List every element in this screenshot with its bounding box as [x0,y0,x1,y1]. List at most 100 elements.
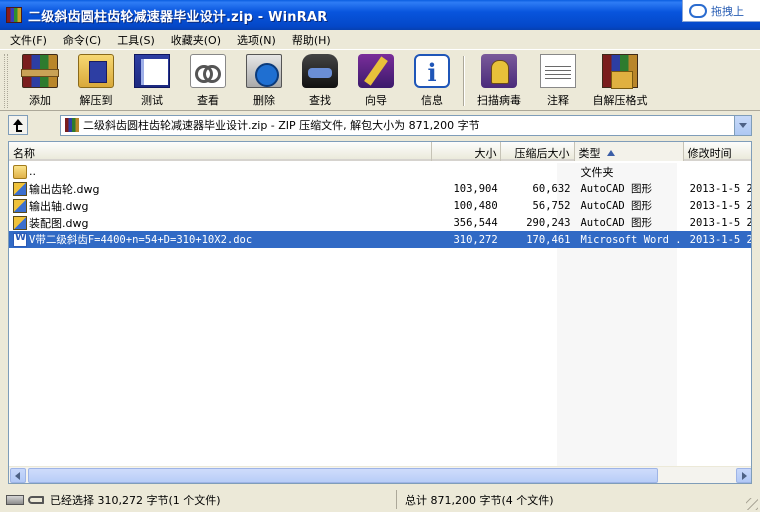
cell-size: 103,904 [453,182,498,195]
sort-ascending-icon [606,150,615,156]
wizard-wand-icon [358,54,394,88]
scroll-left-arrow-icon[interactable] [10,468,26,483]
info-button[interactable]: 信息 [404,50,460,108]
scrollbar-thumb[interactable] [28,468,658,483]
binoculars-icon [302,54,338,88]
cell-modified: 2013-1-5 23: [689,199,751,212]
dwg-icon [13,181,27,196]
menu-bar: 文件(F) 命令(C) 工具(S) 收藏夹(O) 选项(N) 帮助(H) [0,30,760,49]
file-name: 输出轴.dwg [29,199,89,213]
file-name: 装配图.dwg [29,216,89,230]
test-button[interactable]: 测试 [124,50,180,108]
cell-name: 装配图.dwg [9,215,433,231]
window-title: 二级斜齿圆柱齿轮减速器毕业设计.zip - WinRAR [28,9,328,25]
drag-helper-label: 拖拽上 [711,4,744,18]
drag-helper-widget[interactable]: 拖拽上 [682,0,760,22]
info-button-label: 信息 [421,94,443,107]
cell-modified: 2013-1-5 23: [689,233,751,246]
status-selection: 已经选择 310,272 字节(1 个文件) [0,490,396,509]
dwg-icon [13,198,27,213]
status-total: 总计 871,200 字节(4 个文件) [396,490,760,509]
cell-packed: 170,461 [526,233,571,246]
table-row[interactable]: 装配图.dwg 356,544 290,243 AutoCAD 图形 2013-… [9,214,751,231]
info-icon [414,54,450,88]
column-header-type[interactable]: 类型 [574,142,684,161]
drive-icon[interactable] [6,494,24,505]
file-list-header: 名称 大小 压缩后大小 类型 修改时间 [9,142,751,161]
toolbar-separator [463,56,465,106]
cell-packed: 56,752 [532,199,571,212]
address-combo[interactable]: 二级斜齿圆柱齿轮减速器毕业设计.zip - ZIP 压缩文件, 解包大小为 87… [60,114,752,136]
virus-scan-button[interactable]: 扫描病毒 [468,50,530,108]
folder-icon [13,164,27,179]
cell-type: 文件夹 [580,165,614,179]
table-row[interactable]: 输出轴.dwg 100,480 56,752 AutoCAD 图形 2013-1… [9,197,751,214]
cell-type: AutoCAD 图形 [580,217,653,229]
cell-packed: 60,632 [532,182,571,195]
comment-note-icon [540,54,576,88]
table-row[interactable]: .. 文件夹 [9,163,751,180]
wizard-button[interactable]: 向导 [348,50,404,108]
comment-button[interactable]: 注释 [530,50,586,108]
column-header-name[interactable]: 名称 [9,142,433,161]
menu-options[interactable]: 选项(N) [227,32,282,48]
cell-modified: 2013-1-5 23: [689,216,751,229]
title-bar[interactable]: 二级斜齿圆柱齿轮减速器毕业设计.zip - WinRAR 拖拽上 [0,0,760,30]
cell-modified: 2013-1-5 23: [689,182,751,195]
virus-scan-button-label: 扫描病毒 [477,94,521,107]
view-button[interactable]: 查看 [180,50,236,108]
toolbar-grip[interactable] [4,54,8,108]
sfx-button-label: 自解压格式 [592,94,648,107]
add-button[interactable]: 添加 [12,50,68,108]
add-archive-icon [21,54,59,88]
view-button-label: 查看 [197,94,219,107]
toolbar: 添加 解压到 测试 查看 删除 查找 向导 信息 扫描病毒 注释 自解压格式 [0,49,760,111]
key-icon[interactable] [28,495,44,504]
cell-type: AutoCAD 图形 [580,183,653,195]
cell-type: Microsoft Word ... [580,233,684,246]
cell-name: 输出轴.dwg [9,198,433,214]
table-row[interactable]: 输出齿轮.dwg 103,904 60,632 AutoCAD 图形 2013-… [9,180,751,197]
comment-button-label: 注释 [547,94,569,107]
menu-commands[interactable]: 命令(C) [53,32,107,48]
column-header-packed[interactable]: 压缩后大小 [501,142,575,161]
scroll-right-arrow-icon[interactable] [736,468,751,483]
column-size-label: 大小 [474,147,497,160]
delete-button[interactable]: 删除 [236,50,292,108]
table-row-selected[interactable]: V带二级斜齿F=4400+n=54+D=310+10X2.doc 310,272… [9,231,751,248]
find-button[interactable]: 查找 [292,50,348,108]
file-rows: .. 文件夹 输出齿轮.dwg 103,904 60,632 AutoCAD 图… [9,163,751,248]
menu-help[interactable]: 帮助(H) [282,32,337,48]
cell-size: 310,272 [453,233,498,246]
horizontal-scrollbar[interactable] [9,466,751,483]
cell-size: 356,544 [453,216,498,229]
up-one-level-button[interactable] [8,115,28,135]
cell-name: V带二级斜齿F=4400+n=54+D=310+10X2.doc [9,232,433,247]
cell-packed: 290,243 [526,216,571,229]
zip-archive-icon [65,118,79,132]
column-type-label: 类型 [578,147,601,160]
menu-favorites[interactable]: 收藏夹(O) [161,32,227,48]
sfx-button[interactable]: 自解压格式 [586,50,654,108]
delete-icon [246,54,282,88]
winrar-app-icon[interactable] [6,7,22,23]
virus-scan-icon [481,54,517,88]
menu-file[interactable]: 文件(F) [0,32,53,48]
cell-size: 100,480 [453,199,498,212]
file-name: 输出齿轮.dwg [29,182,100,196]
cell-type: AutoCAD 图形 [580,200,653,212]
status-selection-text: 已经选择 310,272 字节(1 个文件) [50,493,221,507]
column-header-size[interactable]: 大小 [432,142,502,161]
extract-to-button-label: 解压到 [79,94,113,107]
menu-tools[interactable]: 工具(S) [107,32,161,48]
address-dropdown-button[interactable] [734,115,751,135]
word-doc-icon [13,232,27,247]
file-list[interactable]: 名称 大小 压缩后大小 类型 修改时间 .. 文件夹 输出齿轮.dwg 103,… [8,141,752,484]
address-bar: 二级斜齿圆柱齿轮减速器毕业设计.zip - ZIP 压缩文件, 解包大小为 87… [0,113,760,137]
resize-grip[interactable] [746,498,758,510]
column-header-modified[interactable]: 修改时间 [684,142,751,161]
cloud-icon [689,3,707,18]
file-name: .. [29,165,36,178]
extract-to-button[interactable]: 解压到 [68,50,124,108]
status-bar: 已经选择 310,272 字节(1 个文件) 总计 871,200 字节(4 个… [0,487,760,512]
